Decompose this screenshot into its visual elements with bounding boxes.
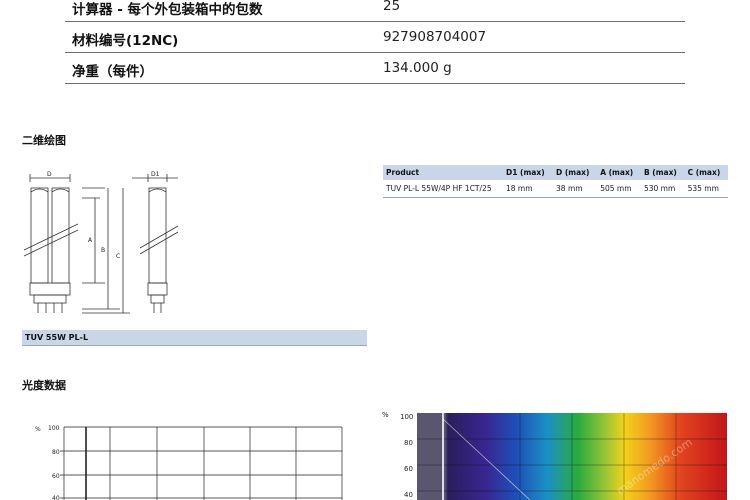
spectrum-tick: 80: [404, 439, 413, 447]
dim-label-c: C: [116, 253, 120, 260]
spec-row-packs: 计算器 - 每个外包装箱中的包数 25: [65, 0, 685, 22]
table-header-row: Product D1 (max) D (max) A (max) B (max)…: [383, 165, 728, 180]
drawing-section-title: 二维绘图: [22, 134, 66, 147]
table-row: TUV PL-L 55W/4P HF 1CT/25 18 mm 38 mm 50…: [383, 180, 728, 198]
table-header-cell: B (max): [640, 165, 685, 180]
table-cell: 38 mm: [553, 180, 598, 198]
table-cell: 535 mm: [684, 180, 728, 198]
dim-label-b: B: [101, 247, 105, 254]
spectrum-tick: 40: [404, 491, 413, 499]
table-header-cell: D1 (max): [503, 165, 554, 180]
spec-value: 134.000 g: [383, 60, 452, 76]
left-chart-tick: 80: [52, 449, 60, 456]
left-chart-tick: 40: [52, 495, 60, 500]
left-chart: % 100 80 60 40: [35, 425, 343, 500]
left-chart-tick: 100: [48, 425, 60, 432]
spectrum-unit: %: [382, 411, 389, 419]
table-cell: TUV PL-L 55W/4P HF 1CT/25: [383, 180, 503, 198]
spec-row-net-weight: 净重（每件） 134.000 g: [65, 54, 685, 84]
spec-label: 净重（每件）: [72, 64, 153, 80]
table-cell: 18 mm: [503, 180, 554, 198]
table-cell: 530 mm: [640, 180, 685, 198]
left-chart-tick: 60: [52, 473, 60, 480]
spec-value: 927908704007: [383, 29, 487, 45]
dim-label-a: A: [88, 237, 93, 244]
dim-label-d1: D1: [151, 171, 160, 178]
table-header-cell: Product: [383, 165, 503, 180]
drawing-caption: TUV 55W PL-L: [25, 333, 89, 342]
photometric-section-title: 光度数据: [22, 379, 66, 392]
lamp-dimension-drawing: D A B C D1: [23, 171, 179, 314]
left-chart-unit: %: [35, 426, 41, 433]
table-header-cell: A (max): [597, 165, 641, 180]
spec-row-material-number: 材料编号(12NC) 927908704007: [65, 23, 685, 53]
table-header-cell: D (max): [553, 165, 598, 180]
table-cell: 505 mm: [597, 180, 641, 198]
drawing-caption-bar: TUV 55W PL-L: [22, 330, 367, 346]
spec-label: 材料编号(12NC): [72, 33, 179, 49]
spectrum-tick: 100: [400, 413, 413, 421]
spectrum-chart: % 100 80 60 40 manomedo.com: [382, 411, 727, 500]
dimensions-table: Product D1 (max) D (max) A (max) B (max)…: [383, 165, 728, 198]
dim-label-d: D: [47, 171, 52, 178]
spec-label: 计算器 - 每个外包装箱中的包数: [72, 2, 263, 18]
table-header-cell: C (max): [684, 165, 728, 180]
spectrum-tick: 60: [404, 465, 413, 473]
spec-value: 25: [383, 0, 401, 14]
